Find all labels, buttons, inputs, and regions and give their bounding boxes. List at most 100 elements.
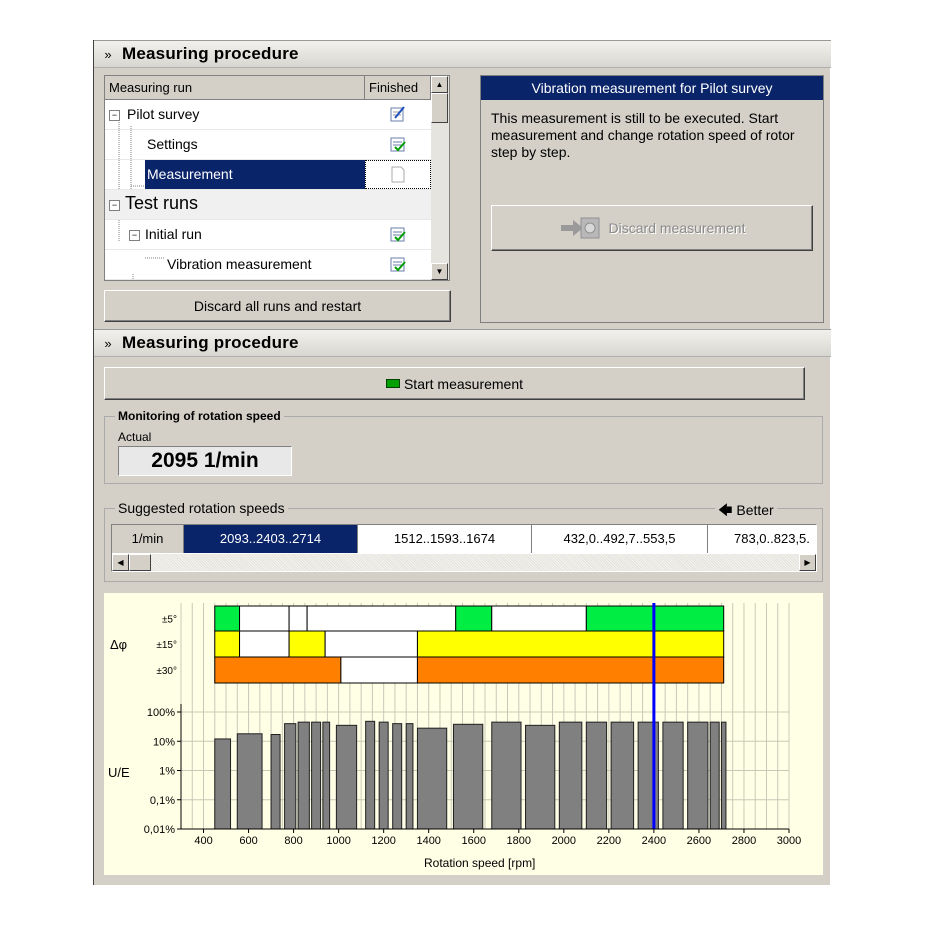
discard-measurement-label: Discard measurement [608,220,746,236]
discard-all-label: Discard all runs and restart [193,298,362,314]
section-header-1[interactable]: » Measuring procedure [94,40,831,68]
speed-cell[interactable]: 1512..1593..1674 [358,525,532,553]
ue-bar [335,724,358,830]
phase-band-label: ±5° [162,615,177,626]
tree-row-settings[interactable]: Settings [105,130,431,160]
tree-vertical-scrollbar[interactable]: ▲ ▼ [431,76,449,280]
phase-segment [340,656,418,684]
x-tick-label: 2600 [687,835,711,847]
suggested-speeds-group: Suggested rotation speeds 🡄 Better 1/min… [104,500,823,582]
blank-doc-icon [391,166,405,183]
scroll-down-arrow-icon[interactable]: ▼ [431,263,448,280]
phase-segment [585,605,655,632]
tree-row-vibration-measurement[interactable]: Vibration measurement [105,250,431,280]
expand-minus-icon[interactable]: − [109,110,120,121]
ue-bar [662,721,684,830]
ue-bar [297,721,310,830]
ue-bar [709,721,720,830]
actual-speed-display: 2095 1/min [118,446,292,476]
tree-label: Initial run [145,226,202,242]
speed-cell[interactable]: 783,0..823,5. [708,525,816,553]
phase-band-label: ±15° [156,640,177,651]
ue-bar [610,721,635,830]
phase-segment [306,605,457,632]
discard-measurement-button[interactable]: Discard measurement [491,205,813,251]
x-tick-label: 1400 [416,835,440,847]
phase-segment [455,605,493,632]
scroll-left-arrow-icon[interactable]: ◀ [112,554,129,571]
phase-segment [653,605,725,632]
phase-segment [416,630,725,658]
ue-axis-label: U/E [108,765,130,780]
tree-label: Measurement [147,166,233,182]
checklist-icon [390,257,406,272]
ue-bar [416,727,448,830]
x-tick-label: 1200 [371,835,395,847]
monitoring-group: Monitoring of rotation speed Actual 2095… [104,409,823,484]
ue-bar [322,721,331,830]
unit-cell: 1/min [112,525,184,553]
phase-segment [214,630,241,658]
tree-row-pilot-survey[interactable]: − Pilot survey [105,100,431,130]
x-tick-label: 2800 [732,835,756,847]
tree-row-measurement[interactable]: Measurement [105,160,431,190]
x-tick-label: 2000 [552,835,576,847]
phase-segment [491,605,587,632]
tree-row-initial-run[interactable]: − Initial run [105,220,431,250]
tree-row-test-runs[interactable]: − Test runs [105,190,431,220]
ue-bar [214,738,232,830]
x-tick-label: 3000 [777,835,801,847]
y-tick-label: 100% [147,707,175,719]
ue-bar [284,723,297,830]
checklist-icon [390,227,406,242]
start-measurement-label: Start measurement [403,375,524,392]
ue-bar [365,720,376,830]
ue-bar [558,721,583,830]
x-tick-label: 600 [239,835,257,847]
ue-bar [405,723,414,830]
start-measurement-button[interactable]: Start measurement [104,367,805,400]
y-tick-label: 1% [159,766,175,778]
ue-bar [720,721,727,830]
scroll-right-arrow-icon[interactable]: ▶ [799,554,816,571]
ue-bar [236,733,263,830]
expand-minus-icon[interactable]: − [109,200,120,211]
scroll-thumb[interactable] [129,554,151,571]
speed-cell[interactable]: 432,0..492,7..553,5 [532,525,708,553]
discard-all-button[interactable]: Discard all runs and restart [104,290,451,322]
y-tick-label: 0,1% [150,795,175,807]
phase-segment [288,605,308,632]
x-tick-label: 2400 [642,835,666,847]
x-axis-label: Rotation speed [rpm] [424,856,536,870]
phase-segment [416,656,725,684]
horizontal-scrollbar[interactable]: ◀ ▶ [112,554,816,571]
ue-bar [525,724,556,830]
expand-minus-icon[interactable]: − [129,230,140,241]
scroll-up-arrow-icon[interactable]: ▲ [431,76,448,93]
tree-label: Pilot survey [127,106,200,122]
suggested-speeds-grid[interactable]: 1/min 2093..2403..2714 1512..1593..1674 … [111,524,817,572]
tree-label: Test runs [125,193,199,213]
y-tick-label: 10% [153,736,175,748]
measuring-run-tree[interactable]: Measuring run Finished − Pilot survey Se… [104,75,450,281]
chart-svg: ±5° ±15° ±30° 0,01% 0,1% 1% 10% 100% 400 600 800 10… [144,603,801,847]
phase-segment [288,630,326,658]
better-indicator: 🡄 Better [715,500,777,524]
collapse-chevron-icon[interactable]: » [94,336,122,351]
ue-bar [311,721,322,830]
speed-cell-selected[interactable]: 2093..2403..2714 [184,525,358,553]
monitoring-title: Monitoring of rotation speed [115,409,284,423]
green-indicator-icon [385,379,400,388]
y-tick-label: 0,01% [144,824,175,836]
section-header-2[interactable]: » Measuring procedure [94,329,831,357]
x-tick-label: 1000 [326,835,350,847]
x-tick-label: 1800 [507,835,531,847]
scroll-thumb[interactable] [431,93,448,123]
ue-bar [270,734,281,830]
tree-label: Vibration measurement [167,256,312,272]
phase-band-label: ±30° [156,666,177,677]
pencil-check-icon [390,106,405,122]
collapse-chevron-icon[interactable]: » [94,47,122,62]
phase-segment [324,630,418,658]
main-window: » Measuring procedure Measuring run Fini… [93,40,831,885]
